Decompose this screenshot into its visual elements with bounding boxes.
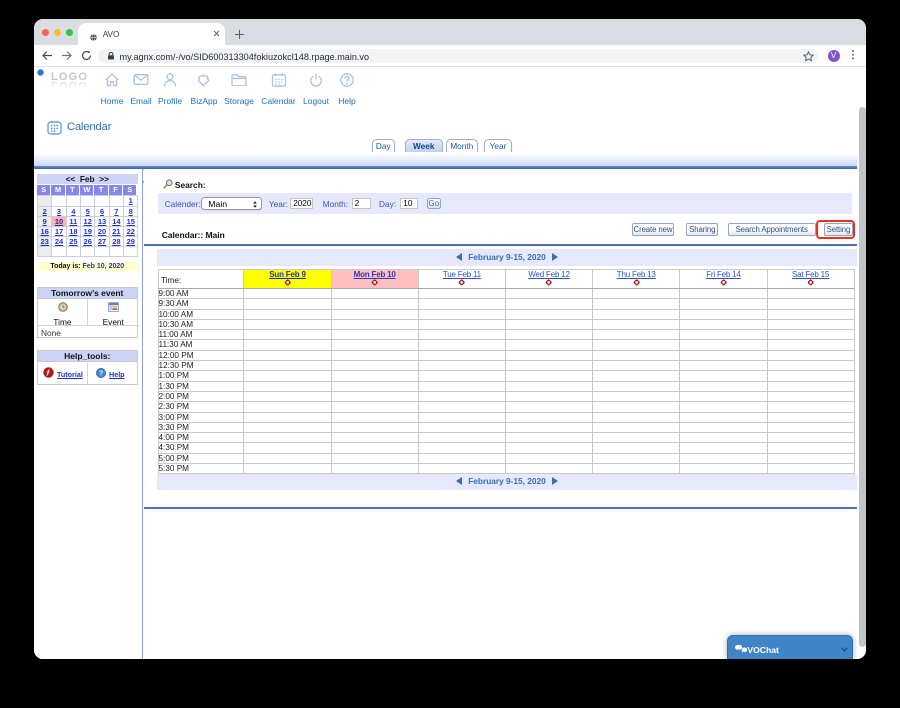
svg-text:?: ? bbox=[99, 368, 104, 377]
